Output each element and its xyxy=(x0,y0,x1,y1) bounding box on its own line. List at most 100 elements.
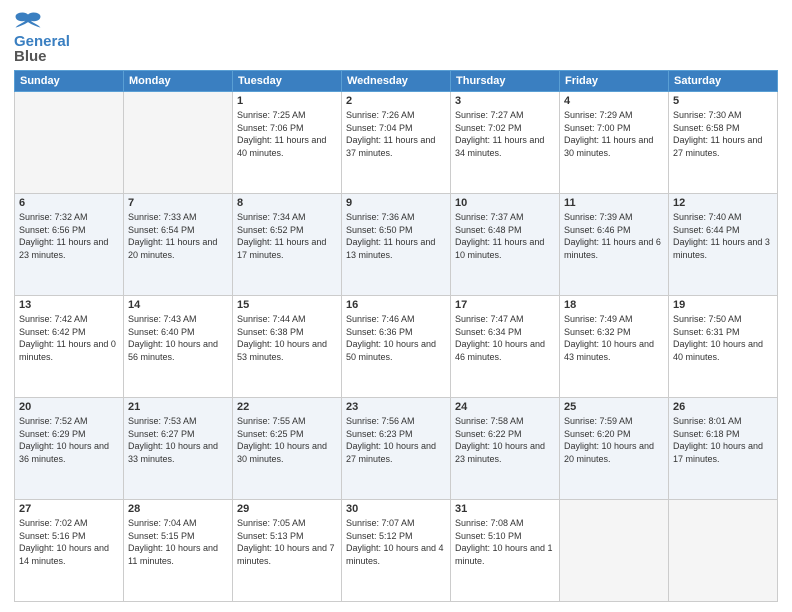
calendar-cell: 4 Sunrise: 7:29 AM Sunset: 7:00 PM Daylig… xyxy=(560,92,669,194)
calendar-cell: 26 Sunrise: 8:01 AM Sunset: 6:18 PM Dayli… xyxy=(669,398,778,500)
day-number: 17 xyxy=(455,299,555,311)
day-number: 31 xyxy=(455,503,555,515)
day-info: Sunrise: 7:49 AM Sunset: 6:32 PM Dayligh… xyxy=(564,313,664,363)
day-number: 3 xyxy=(455,95,555,107)
day-info: Sunrise: 7:44 AM Sunset: 6:38 PM Dayligh… xyxy=(237,313,337,363)
day-number: 12 xyxy=(673,197,773,209)
weekday-header-sunday: Sunday xyxy=(15,71,124,92)
calendar-week-row: 27 Sunrise: 7:02 AM Sunset: 5:16 PM Dayli… xyxy=(15,500,778,602)
day-number: 29 xyxy=(237,503,337,515)
day-number: 20 xyxy=(19,401,119,413)
day-number: 18 xyxy=(564,299,664,311)
weekday-header-monday: Monday xyxy=(124,71,233,92)
day-number: 1 xyxy=(237,95,337,107)
day-number: 27 xyxy=(19,503,119,515)
day-info: Sunrise: 7:25 AM Sunset: 7:06 PM Dayligh… xyxy=(237,109,337,159)
day-number: 24 xyxy=(455,401,555,413)
day-info: Sunrise: 7:07 AM Sunset: 5:12 PM Dayligh… xyxy=(346,517,446,567)
day-info: Sunrise: 7:05 AM Sunset: 5:13 PM Dayligh… xyxy=(237,517,337,567)
calendar-cell: 12 Sunrise: 7:40 AM Sunset: 6:44 PM Dayli… xyxy=(669,194,778,296)
calendar-cell: 29 Sunrise: 7:05 AM Sunset: 5:13 PM Dayli… xyxy=(233,500,342,602)
day-number: 21 xyxy=(128,401,228,413)
calendar-cell: 28 Sunrise: 7:04 AM Sunset: 5:15 PM Dayli… xyxy=(124,500,233,602)
day-number: 11 xyxy=(564,197,664,209)
day-info: Sunrise: 7:50 AM Sunset: 6:31 PM Dayligh… xyxy=(673,313,773,363)
calendar-cell: 24Sunrise: 7:58 AM Sunset: 6:22 PM Dayli… xyxy=(451,398,560,500)
day-info: Sunrise: 7:47 AM Sunset: 6:34 PM Dayligh… xyxy=(455,313,555,363)
calendar-cell: 31 Sunrise: 7:08 AM Sunset: 5:10 PM Dayli… xyxy=(451,500,560,602)
calendar-cell: 14Sunrise: 7:43 AM Sunset: 6:40 PM Dayli… xyxy=(124,296,233,398)
day-info: Sunrise: 7:30 AM Sunset: 6:58 PM Dayligh… xyxy=(673,109,773,159)
day-info: Sunrise: 7:40 AM Sunset: 6:44 PM Dayligh… xyxy=(673,211,773,261)
logo-text: GeneralBlue xyxy=(14,34,70,64)
header: GeneralBlue xyxy=(14,10,778,64)
day-info: Sunrise: 7:46 AM Sunset: 6:36 PM Dayligh… xyxy=(346,313,446,363)
day-info: Sunrise: 7:29 AM Sunset: 7:00 PM Dayligh… xyxy=(564,109,664,159)
day-info: Sunrise: 7:52 AM Sunset: 6:29 PM Dayligh… xyxy=(19,415,119,465)
day-info: Sunrise: 7:43 AM Sunset: 6:40 PM Dayligh… xyxy=(128,313,228,363)
calendar-cell: 25Sunrise: 7:59 AM Sunset: 6:20 PM Dayli… xyxy=(560,398,669,500)
day-number: 22 xyxy=(237,401,337,413)
calendar-week-row: 20 Sunrise: 7:52 AM Sunset: 6:29 PM Dayli… xyxy=(15,398,778,500)
calendar-cell: 22 Sunrise: 7:55 AM Sunset: 6:25 PM Dayli… xyxy=(233,398,342,500)
day-info: Sunrise: 7:36 AM Sunset: 6:50 PM Dayligh… xyxy=(346,211,446,261)
day-number: 9 xyxy=(346,197,446,209)
day-number: 7 xyxy=(128,197,228,209)
day-info: Sunrise: 7:42 AM Sunset: 6:42 PM Dayligh… xyxy=(19,313,119,363)
calendar-cell: 5 Sunrise: 7:30 AM Sunset: 6:58 PM Daylig… xyxy=(669,92,778,194)
calendar-cell: 30 Sunrise: 7:07 AM Sunset: 5:12 PM Dayli… xyxy=(342,500,451,602)
calendar-cell: 17 Sunrise: 7:47 AM Sunset: 6:34 PM Dayli… xyxy=(451,296,560,398)
day-number: 16 xyxy=(346,299,446,311)
calendar-cell: 7Sunrise: 7:33 AM Sunset: 6:54 PM Daylig… xyxy=(124,194,233,296)
calendar-cell: 2Sunrise: 7:26 AM Sunset: 7:04 PM Daylig… xyxy=(342,92,451,194)
day-info: Sunrise: 8:01 AM Sunset: 6:18 PM Dayligh… xyxy=(673,415,773,465)
calendar-cell: 13 Sunrise: 7:42 AM Sunset: 6:42 PM Dayli… xyxy=(15,296,124,398)
calendar-week-row: 13 Sunrise: 7:42 AM Sunset: 6:42 PM Dayli… xyxy=(15,296,778,398)
weekday-header-wednesday: Wednesday xyxy=(342,71,451,92)
calendar-cell: 16 Sunrise: 7:46 AM Sunset: 6:36 PM Dayli… xyxy=(342,296,451,398)
calendar-cell xyxy=(15,92,124,194)
calendar-cell: 21 Sunrise: 7:53 AM Sunset: 6:27 PM Dayli… xyxy=(124,398,233,500)
calendar-cell: 15 Sunrise: 7:44 AM Sunset: 6:38 PM Dayli… xyxy=(233,296,342,398)
day-number: 26 xyxy=(673,401,773,413)
calendar-week-row: 6Sunrise: 7:32 AM Sunset: 6:56 PM Daylig… xyxy=(15,194,778,296)
calendar-table: SundayMondayTuesdayWednesdayThursdayFrid… xyxy=(14,70,778,602)
day-info: Sunrise: 7:02 AM Sunset: 5:16 PM Dayligh… xyxy=(19,517,119,567)
calendar-cell: 1 Sunrise: 7:25 AM Sunset: 7:06 PM Daylig… xyxy=(233,92,342,194)
weekday-header-thursday: Thursday xyxy=(451,71,560,92)
day-number: 10 xyxy=(455,197,555,209)
weekday-header-saturday: Saturday xyxy=(669,71,778,92)
day-number: 15 xyxy=(237,299,337,311)
calendar-cell: 20 Sunrise: 7:52 AM Sunset: 6:29 PM Dayli… xyxy=(15,398,124,500)
logo: GeneralBlue xyxy=(14,10,70,64)
day-number: 25 xyxy=(564,401,664,413)
calendar-cell: 11Sunrise: 7:39 AM Sunset: 6:46 PM Dayli… xyxy=(560,194,669,296)
calendar-cell: 10Sunrise: 7:37 AM Sunset: 6:48 PM Dayli… xyxy=(451,194,560,296)
day-info: Sunrise: 7:26 AM Sunset: 7:04 PM Dayligh… xyxy=(346,109,446,159)
calendar-cell xyxy=(560,500,669,602)
day-info: Sunrise: 7:55 AM Sunset: 6:25 PM Dayligh… xyxy=(237,415,337,465)
day-info: Sunrise: 7:34 AM Sunset: 6:52 PM Dayligh… xyxy=(237,211,337,261)
calendar-cell: 3 Sunrise: 7:27 AM Sunset: 7:02 PM Daylig… xyxy=(451,92,560,194)
day-number: 28 xyxy=(128,503,228,515)
day-number: 13 xyxy=(19,299,119,311)
day-number: 4 xyxy=(564,95,664,107)
weekday-header-friday: Friday xyxy=(560,71,669,92)
page: GeneralBlue SundayMondayTuesdayWednesday… xyxy=(0,0,792,612)
day-info: Sunrise: 7:04 AM Sunset: 5:15 PM Dayligh… xyxy=(128,517,228,567)
day-info: Sunrise: 7:32 AM Sunset: 6:56 PM Dayligh… xyxy=(19,211,119,261)
day-info: Sunrise: 7:53 AM Sunset: 6:27 PM Dayligh… xyxy=(128,415,228,465)
day-info: Sunrise: 7:08 AM Sunset: 5:10 PM Dayligh… xyxy=(455,517,555,567)
day-number: 30 xyxy=(346,503,446,515)
calendar-cell: 9 Sunrise: 7:36 AM Sunset: 6:50 PM Daylig… xyxy=(342,194,451,296)
calendar-cell: 23Sunrise: 7:56 AM Sunset: 6:23 PM Dayli… xyxy=(342,398,451,500)
calendar-cell xyxy=(669,500,778,602)
calendar-cell: 6Sunrise: 7:32 AM Sunset: 6:56 PM Daylig… xyxy=(15,194,124,296)
logo-bird-icon xyxy=(14,11,42,29)
calendar-cell xyxy=(124,92,233,194)
day-info: Sunrise: 7:56 AM Sunset: 6:23 PM Dayligh… xyxy=(346,415,446,465)
day-info: Sunrise: 7:27 AM Sunset: 7:02 PM Dayligh… xyxy=(455,109,555,159)
day-number: 19 xyxy=(673,299,773,311)
weekday-header-row: SundayMondayTuesdayWednesdayThursdayFrid… xyxy=(15,71,778,92)
day-number: 5 xyxy=(673,95,773,107)
